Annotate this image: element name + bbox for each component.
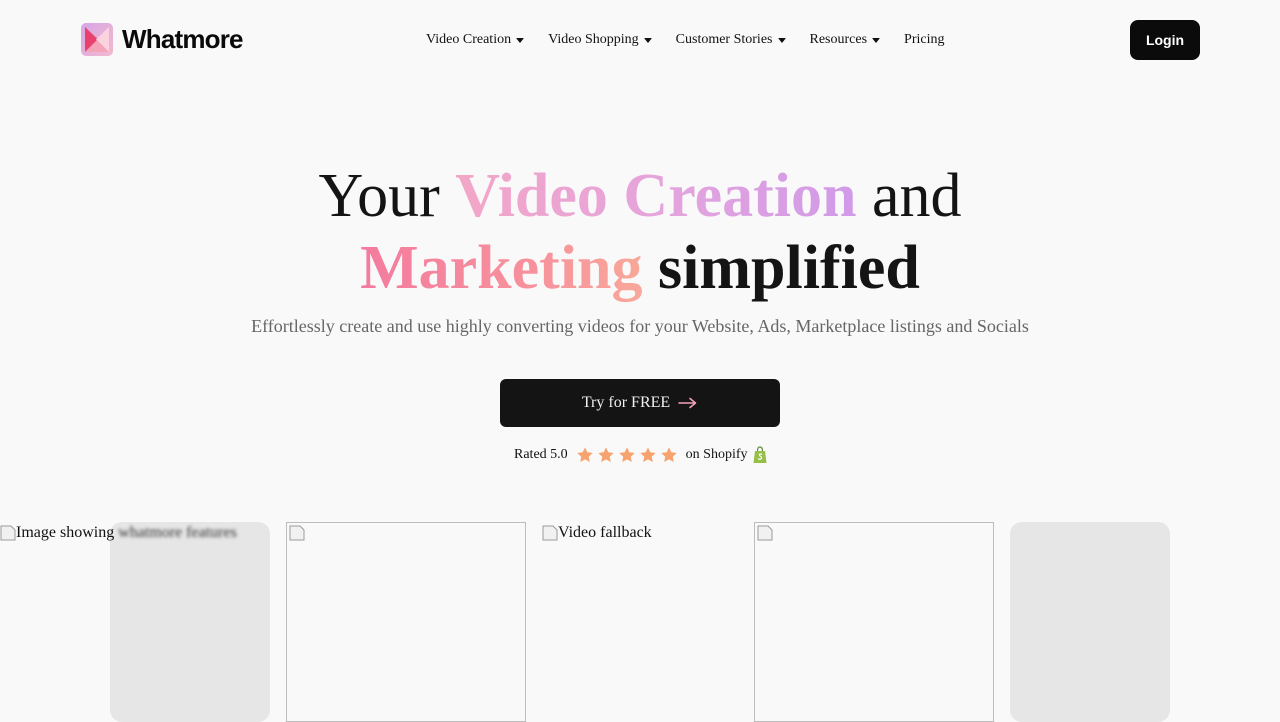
video-fallback-broken: Video fallback xyxy=(542,524,652,542)
rating-stars xyxy=(576,446,678,464)
nav-item-video-shopping[interactable]: Video Shopping xyxy=(548,32,652,48)
hero-title-highlight-video-creation: Video Creation xyxy=(455,162,857,230)
star-icon xyxy=(576,447,593,463)
nav-item-resources[interactable]: Resources xyxy=(810,32,881,48)
hero-title-and: and xyxy=(871,162,962,230)
media-card-placeholder-right xyxy=(1010,522,1170,722)
site-header: Whatmore Video Creation Video Shopping C… xyxy=(0,0,1280,80)
hero-title-prefix: Your xyxy=(318,162,440,230)
star-icon xyxy=(660,447,677,463)
arrow-right-icon xyxy=(678,397,697,409)
star-icon xyxy=(618,447,635,463)
nav-item-label: Video Shopping xyxy=(548,32,639,47)
brand-name: Whatmore xyxy=(122,24,244,54)
cta-label: Try for FREE xyxy=(581,394,671,411)
nav-item-pricing[interactable]: Pricing xyxy=(904,32,944,48)
feature-image-broken: Image showing whatmore features xyxy=(0,524,237,542)
nav-item-video-creation[interactable]: Video Creation xyxy=(426,32,525,48)
hero-subtitle: Effortlessly create and use highly conve… xyxy=(251,316,1029,336)
nav-item-label: Pricing xyxy=(904,32,945,47)
try-for-free-button[interactable]: Try for FREE xyxy=(500,379,780,427)
media-card-broken-image-1 xyxy=(286,522,526,722)
media-card-placeholder-left xyxy=(110,522,270,722)
hero-heading: Your Video Creation and Marketing simpli… xyxy=(0,160,1280,304)
login-button[interactable]: Login xyxy=(1130,20,1200,60)
hero-title-highlight-marketing: Marketing xyxy=(360,234,643,302)
image-alt-text-blurred: whatmore features xyxy=(118,524,237,541)
media-card-broken-image-2 xyxy=(754,522,994,722)
caret-down-icon xyxy=(643,37,652,43)
whatmore-logo-icon xyxy=(81,23,113,56)
star-icon xyxy=(597,447,614,463)
brand-logo-link[interactable]: Whatmore xyxy=(81,23,244,56)
broken-image-icon xyxy=(542,525,558,541)
hero-title-simplified: simplified xyxy=(658,234,920,302)
nav-item-label: Video Creation xyxy=(426,32,512,47)
rating-prefix: Rated 5.0 xyxy=(514,447,568,462)
shopify-bag-icon xyxy=(753,446,766,463)
caret-down-icon xyxy=(516,37,525,43)
main-nav: Video Creation Video Shopping Customer S… xyxy=(426,30,945,50)
video-fallback-alt-text: Video fallback xyxy=(558,524,652,541)
caret-down-icon xyxy=(872,37,881,43)
broken-image-icon xyxy=(289,525,305,541)
feature-media-strip: Image showing whatmore features Video fa… xyxy=(0,522,1280,722)
shopify-rating: Rated 5.0 on Shopify xyxy=(514,444,768,466)
image-alt-text: Image showing xyxy=(16,524,115,541)
rating-suffix: on Shopify xyxy=(685,447,748,462)
nav-item-label: Resources xyxy=(809,32,868,47)
broken-image-icon xyxy=(757,525,773,541)
broken-image-icon xyxy=(0,525,16,541)
star-icon xyxy=(639,447,656,463)
nav-item-label: Customer Stories xyxy=(675,32,773,47)
caret-down-icon xyxy=(777,37,786,43)
nav-item-customer-stories[interactable]: Customer Stories xyxy=(676,32,786,48)
